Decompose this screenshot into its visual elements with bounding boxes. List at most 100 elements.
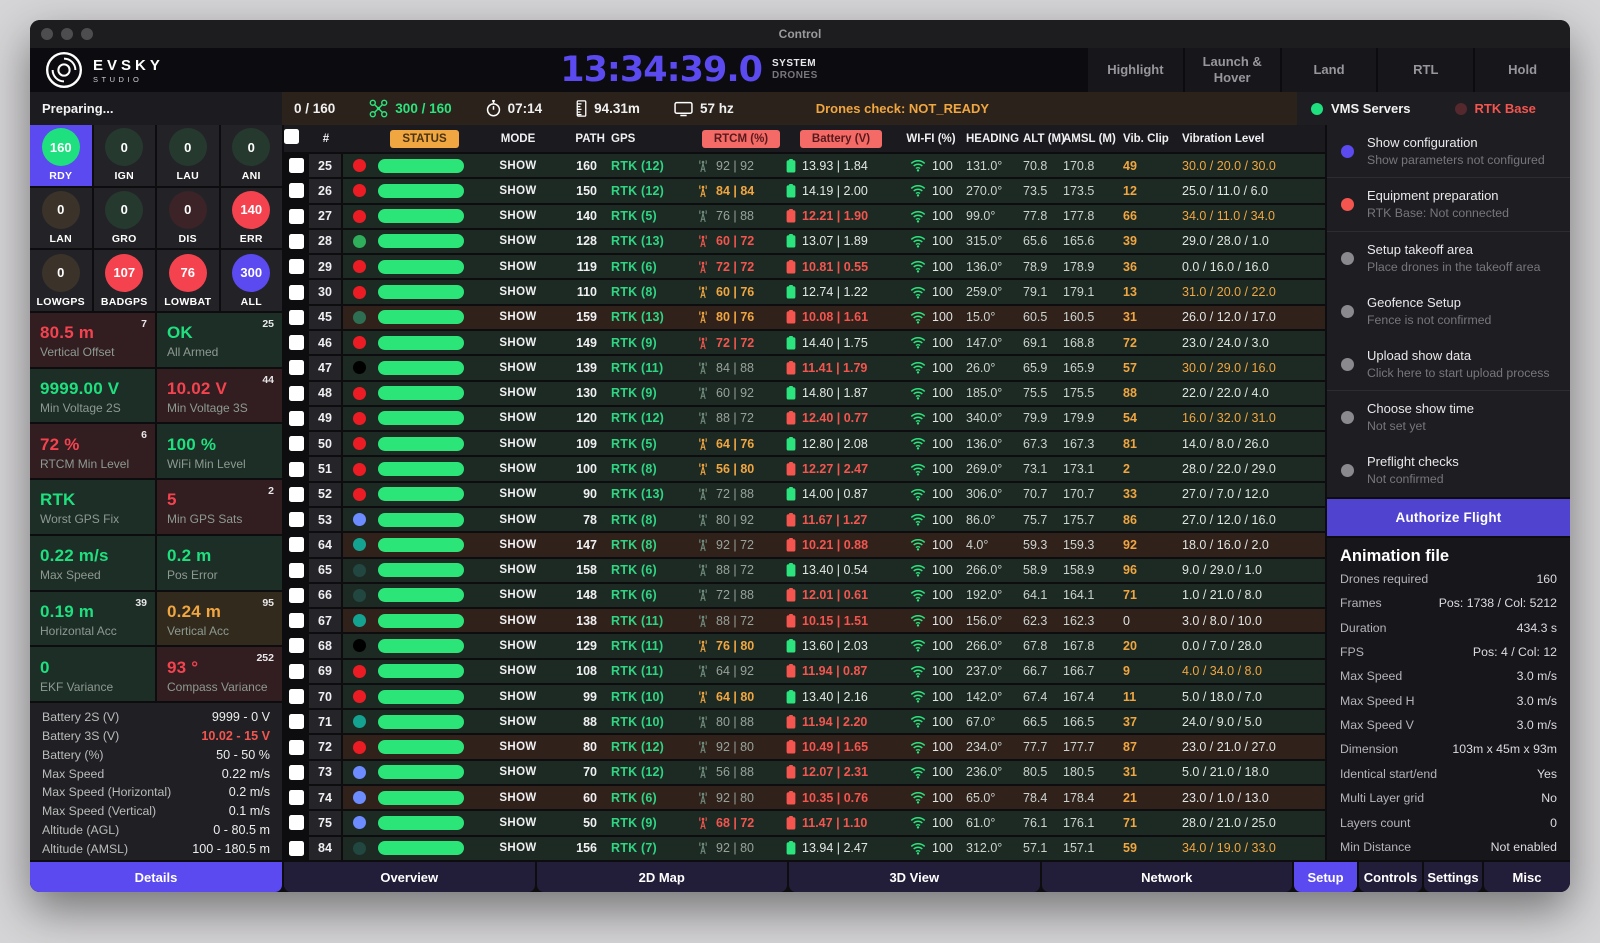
- state-filter-tile[interactable]: 0 DIS: [157, 188, 219, 249]
- state-filter-tile[interactable]: 300 ALL: [221, 250, 283, 311]
- row-checkbox[interactable]: [289, 285, 304, 300]
- stat-card[interactable]: 39 0.19 m Horizontal Acc: [30, 592, 155, 646]
- drone-row[interactable]: 69 SHOW 108 RTK (11): [284, 660, 1325, 683]
- command-button[interactable]: Land: [1282, 48, 1377, 92]
- state-filter-tile[interactable]: 76 LOWBAT: [157, 250, 219, 311]
- row-checkbox[interactable]: [289, 841, 304, 856]
- checklist-item[interactable]: Geofence Setup Fence is not confirmed: [1327, 285, 1570, 338]
- drone-row[interactable]: 84 SHOW 156 RTK (7): [284, 837, 1325, 860]
- drone-row[interactable]: 30 SHOW 110 RTK (8): [284, 280, 1325, 303]
- command-button[interactable]: RTL: [1378, 48, 1473, 92]
- drone-row[interactable]: 51 SHOW 100 RTK (8): [284, 457, 1325, 480]
- view-tab[interactable]: 3D View: [789, 862, 1040, 892]
- state-filter-tile[interactable]: 0 IGN: [94, 125, 156, 186]
- row-checkbox[interactable]: [289, 765, 304, 780]
- config-tab[interactable]: Misc: [1484, 862, 1570, 892]
- drone-row[interactable]: 68 SHOW 129 RTK (11): [284, 634, 1325, 657]
- rtk-base-label[interactable]: RTK Base: [1475, 101, 1536, 116]
- stat-card[interactable]: 0 EKF Variance: [30, 647, 155, 701]
- drone-row[interactable]: 52 SHOW 90 RTK (13): [284, 483, 1325, 506]
- drone-row[interactable]: 48 SHOW 130 RTK (9): [284, 382, 1325, 405]
- drone-row[interactable]: 72 SHOW 80 RTK (12): [284, 735, 1325, 758]
- authorize-flight-button[interactable]: Authorize Flight: [1327, 499, 1570, 536]
- stat-card[interactable]: 0.22 m/s Max Speed: [30, 536, 155, 590]
- drone-row[interactable]: 75 SHOW 50 RTK (9): [284, 811, 1325, 834]
- drone-row[interactable]: 66 SHOW 148 RTK (6): [284, 584, 1325, 607]
- row-checkbox[interactable]: [289, 815, 304, 830]
- state-filter-tile[interactable]: 107 BADGPS: [94, 250, 156, 311]
- command-button[interactable]: Hold: [1475, 48, 1570, 92]
- state-filter-tile[interactable]: 0 ANI: [221, 125, 283, 186]
- command-button[interactable]: Launch & Hover: [1185, 48, 1280, 92]
- select-all-checkbox[interactable]: [284, 129, 299, 144]
- row-checkbox[interactable]: [289, 613, 304, 628]
- stat-card[interactable]: 7 80.5 m Vertical Offset: [30, 313, 155, 367]
- stat-card[interactable]: RTK Worst GPS Fix: [30, 480, 155, 534]
- vms-servers-label[interactable]: VMS Servers: [1331, 101, 1411, 116]
- drone-row[interactable]: 70 SHOW 99 RTK (10): [284, 685, 1325, 708]
- row-checkbox[interactable]: [289, 714, 304, 729]
- stat-card[interactable]: 95 0.24 m Vertical Acc: [157, 592, 282, 646]
- row-checkbox[interactable]: [289, 563, 304, 578]
- row-checkbox[interactable]: [289, 638, 304, 653]
- stat-card[interactable]: 9999.00 V Min Voltage 2S: [30, 369, 155, 423]
- checklist-item[interactable]: Setup takeoff area Place drones in the t…: [1327, 232, 1570, 285]
- tab-details[interactable]: Details: [30, 862, 282, 892]
- drone-row[interactable]: 73 SHOW 70 RTK (12): [284, 761, 1325, 784]
- drone-row[interactable]: 53 SHOW 78 RTK (8): [284, 508, 1325, 531]
- stat-card[interactable]: 0.2 m Pos Error: [157, 536, 282, 590]
- row-checkbox[interactable]: [289, 259, 304, 274]
- drone-row[interactable]: 64 SHOW 147 RTK (8): [284, 533, 1325, 556]
- drone-row[interactable]: 45 SHOW 159 RTK (13): [284, 306, 1325, 329]
- row-checkbox[interactable]: [289, 740, 304, 755]
- row-checkbox[interactable]: [289, 209, 304, 224]
- row-checkbox[interactable]: [289, 664, 304, 679]
- row-checkbox[interactable]: [289, 360, 304, 375]
- row-checkbox[interactable]: [289, 689, 304, 704]
- row-checkbox[interactable]: [289, 512, 304, 527]
- state-filter-tile[interactable]: 140 ERR: [221, 188, 283, 249]
- drone-row[interactable]: 74 SHOW 60 RTK (6): [284, 786, 1325, 809]
- drone-row[interactable]: 46 SHOW 149 RTK (9): [284, 331, 1325, 354]
- row-checkbox[interactable]: [289, 537, 304, 552]
- config-tab[interactable]: Setup: [1294, 862, 1357, 892]
- row-checkbox[interactable]: [289, 487, 304, 502]
- row-checkbox[interactable]: [289, 588, 304, 603]
- drone-row[interactable]: 28 SHOW 128 RTK (13): [284, 230, 1325, 253]
- state-filter-tile[interactable]: 0 GRO: [94, 188, 156, 249]
- drone-row[interactable]: 27 SHOW 140 RTK (5): [284, 205, 1325, 228]
- command-button[interactable]: Highlight: [1088, 48, 1183, 92]
- view-tab[interactable]: Network: [1042, 862, 1293, 892]
- stat-card[interactable]: 252 93 ° Compass Variance: [157, 647, 282, 701]
- state-filter-tile[interactable]: 0 LOWGPS: [30, 250, 92, 311]
- row-checkbox[interactable]: [289, 386, 304, 401]
- stat-card[interactable]: 44 10.02 V Min Voltage 3S: [157, 369, 282, 423]
- stat-card[interactable]: 100 % WiFi Min Level: [157, 424, 282, 478]
- drone-row[interactable]: 71 SHOW 88 RTK (10): [284, 710, 1325, 733]
- drone-row[interactable]: 47 SHOW 139 RTK (11): [284, 356, 1325, 379]
- checklist-item[interactable]: Show configuration Show parameters not c…: [1327, 125, 1570, 178]
- checklist-item[interactable]: Upload show data Click here to start upl…: [1327, 338, 1570, 391]
- stat-card[interactable]: 2 5 Min GPS Sats: [157, 480, 282, 534]
- config-tab[interactable]: Settings: [1424, 862, 1482, 892]
- row-checkbox[interactable]: [289, 436, 304, 451]
- row-checkbox[interactable]: [289, 158, 304, 173]
- drone-row[interactable]: 49 SHOW 120 RTK (12): [284, 407, 1325, 430]
- row-checkbox[interactable]: [289, 335, 304, 350]
- row-checkbox[interactable]: [289, 411, 304, 426]
- drone-row[interactable]: 65 SHOW 158 RTK (6): [284, 559, 1325, 582]
- stat-card[interactable]: 6 72 % RTCM Min Level: [30, 424, 155, 478]
- checklist-item[interactable]: Equipment preparation RTK Base: Not conn…: [1327, 178, 1570, 231]
- drone-row[interactable]: 25 SHOW 160 RTK (12): [284, 154, 1325, 177]
- row-checkbox[interactable]: [289, 790, 304, 805]
- row-checkbox[interactable]: [289, 234, 304, 249]
- config-tab[interactable]: Controls: [1359, 862, 1422, 892]
- drone-row[interactable]: 29 SHOW 119 RTK (6): [284, 255, 1325, 278]
- stat-card[interactable]: 25 OK All Armed: [157, 313, 282, 367]
- view-tab[interactable]: Overview: [284, 862, 535, 892]
- drone-row[interactable]: 67 SHOW 138 RTK (11): [284, 609, 1325, 632]
- drone-row[interactable]: 50 SHOW 109 RTK (5): [284, 432, 1325, 455]
- row-checkbox[interactable]: [289, 183, 304, 198]
- view-tab[interactable]: 2D Map: [537, 862, 788, 892]
- row-checkbox[interactable]: [289, 462, 304, 477]
